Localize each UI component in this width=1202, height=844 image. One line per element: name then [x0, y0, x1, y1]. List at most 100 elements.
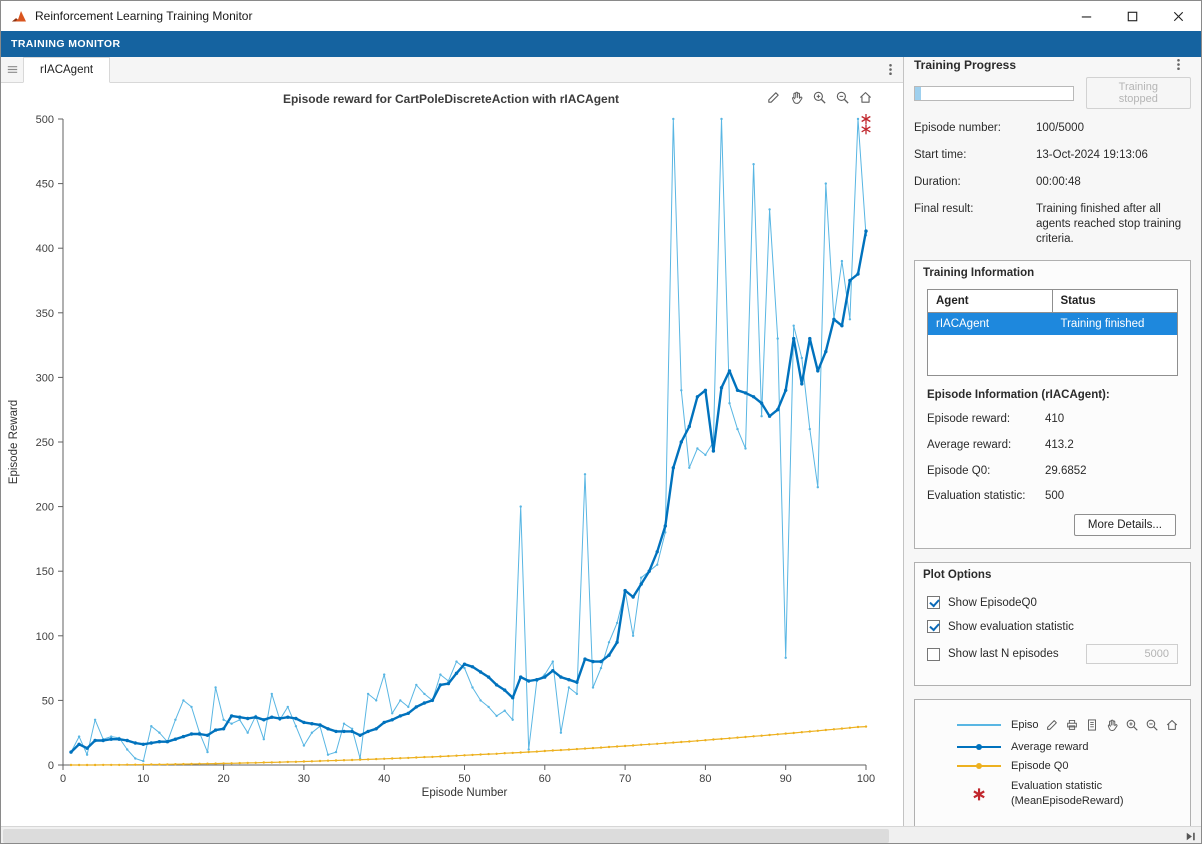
chart-legend: Episo Average reward: [914, 699, 1191, 826]
svg-text:10: 10: [137, 773, 149, 785]
home-icon[interactable]: [855, 87, 875, 107]
brush-icon[interactable]: [763, 87, 783, 107]
document-kebab-menu[interactable]: [877, 57, 903, 82]
checkbox-show-last-n-episodes[interactable]: Show last N episodes: [927, 644, 1178, 664]
figure-area: Episode reward for CartPoleDiscreteActio…: [1, 83, 903, 826]
horizontal-scrollbar[interactable]: [1, 826, 1201, 844]
field-value: 500: [1045, 489, 1178, 504]
episode-info-fields: Episode reward:410 Average reward:413.2 …: [927, 412, 1178, 505]
episode-info-title: Episode Information (rIACAgent):: [927, 389, 1178, 401]
field-label: Final result:: [914, 202, 1036, 247]
svg-text:50: 50: [458, 773, 470, 785]
tab-riacagent[interactable]: rIACAgent: [23, 57, 110, 83]
field-value: 100/5000: [1036, 121, 1191, 136]
training-information-group: Training Information Agent Status rIACAg…: [914, 260, 1191, 550]
axes-toolbar: [763, 87, 875, 107]
skip-end-icon[interactable]: [1183, 829, 1198, 844]
zoom-out-icon[interactable]: [1143, 716, 1161, 734]
checkbox-box[interactable]: [927, 648, 940, 661]
training-progress-panel: Training Progress Training stopped Episo…: [904, 57, 1201, 826]
legend-label: Average reward: [1011, 741, 1088, 753]
svg-text:70: 70: [619, 773, 631, 785]
zoom-in-icon[interactable]: [809, 87, 829, 107]
svg-text:30: 30: [298, 773, 310, 785]
panel-kebab-menu[interactable]: [1165, 57, 1191, 72]
field-label: Episode reward:: [927, 412, 1045, 427]
scrollbar-thumb[interactable]: [3, 829, 889, 843]
legend-label: Episo: [1011, 719, 1039, 731]
zoom-in-icon[interactable]: [1123, 716, 1141, 734]
group-title: Training Information: [915, 261, 1190, 281]
field-value: 13-Oct-2024 19:13:06: [1036, 148, 1191, 163]
checkbox-label: Show evaluation statistic: [948, 621, 1074, 633]
field-value: 29.6852: [1045, 464, 1178, 479]
field-label: Average reward:: [927, 438, 1045, 453]
brush-icon[interactable]: [1043, 716, 1061, 734]
field-label: Evaluation statistic:: [927, 489, 1045, 504]
grip-icon[interactable]: [1, 57, 23, 82]
plot-options-group: Plot Options Show EpisodeQ0 Show evaluat…: [914, 562, 1191, 686]
maximize-icon: [1125, 9, 1140, 24]
svg-text:0: 0: [60, 773, 66, 785]
column-header-agent[interactable]: Agent: [928, 290, 1053, 312]
svg-text:300: 300: [36, 372, 54, 384]
progress-bar-fill: [915, 87, 921, 100]
document-tab-bar: rIACAgent: [1, 57, 903, 83]
field-value: 00:00:48: [1036, 175, 1191, 190]
progress-bar: [914, 86, 1074, 101]
svg-text:Episode Number: Episode Number: [422, 787, 508, 799]
svg-text:500: 500: [36, 114, 54, 126]
svg-text:80: 80: [699, 773, 711, 785]
home-icon[interactable]: [1163, 716, 1181, 734]
legend-sublabel: (MeanEpisodeReward): [1011, 794, 1124, 809]
kebab-menu-icon: [1171, 57, 1186, 72]
more-details-button[interactable]: More Details...: [1074, 514, 1176, 536]
last-n-episodes-input[interactable]: [1086, 644, 1178, 664]
zoom-out-icon[interactable]: [832, 87, 852, 107]
progress-fields: Episode number:100/5000 Start time:13-Oc…: [914, 121, 1191, 247]
training-stopped-button[interactable]: Training stopped: [1086, 77, 1191, 109]
svg-text:100: 100: [36, 631, 54, 643]
panel-title: Training Progress: [914, 58, 1016, 72]
legend-line-average-reward: [957, 746, 1001, 748]
table-row[interactable]: rIACAgent Training finished: [928, 313, 1177, 335]
column-header-status[interactable]: Status: [1053, 290, 1178, 312]
pan-icon[interactable]: [1103, 716, 1121, 734]
agent-cell: rIACAgent: [928, 313, 1053, 335]
svg-text:250: 250: [36, 437, 54, 449]
document-area: rIACAgent Episode reward for CartPoleDis…: [1, 57, 904, 826]
checkbox-show-episodeq0[interactable]: Show EpisodeQ0: [927, 596, 1178, 609]
field-label: Episode Q0:: [927, 464, 1045, 479]
svg-text:100: 100: [857, 773, 875, 785]
group-title: Plot Options: [915, 563, 1190, 583]
svg-text:40: 40: [378, 773, 390, 785]
legend-label: Episode Q0: [1011, 760, 1068, 772]
checkbox-show-evaluation-statistic[interactable]: Show evaluation statistic: [927, 620, 1178, 633]
svg-text:450: 450: [36, 179, 54, 191]
svg-text:200: 200: [36, 502, 54, 514]
training-chart[interactable]: 0501001502002503003504004505000102030405…: [1, 111, 901, 817]
table-empty-area: [928, 335, 1177, 375]
maximize-button[interactable]: [1109, 1, 1155, 31]
evaluation-asterisk-icon: ∗: [957, 788, 1001, 800]
checkbox-label: Show last N episodes: [948, 648, 1059, 660]
checkbox-box[interactable]: [927, 596, 940, 609]
close-button[interactable]: [1155, 1, 1201, 31]
tab-label: rIACAgent: [40, 64, 93, 76]
svg-text:400: 400: [36, 243, 54, 255]
pan-icon[interactable]: [786, 87, 806, 107]
minimize-button[interactable]: [1063, 1, 1109, 31]
export-icon[interactable]: [1083, 716, 1101, 734]
minimize-icon: [1079, 9, 1094, 24]
tab-training-monitor[interactable]: TRAINING MONITOR: [11, 38, 120, 50]
field-label: Start time:: [914, 148, 1036, 163]
print-icon[interactable]: [1063, 716, 1081, 734]
field-value: Training finished after all agents reach…: [1036, 202, 1191, 247]
svg-text:350: 350: [36, 308, 54, 320]
checkbox-box[interactable]: [927, 620, 940, 633]
field-label: Duration:: [914, 175, 1036, 190]
svg-text:0: 0: [48, 760, 54, 772]
matlab-logo-icon: [11, 8, 27, 24]
checkbox-label: Show EpisodeQ0: [948, 597, 1037, 609]
agent-status-table[interactable]: Agent Status rIACAgent Training finished: [927, 289, 1178, 376]
